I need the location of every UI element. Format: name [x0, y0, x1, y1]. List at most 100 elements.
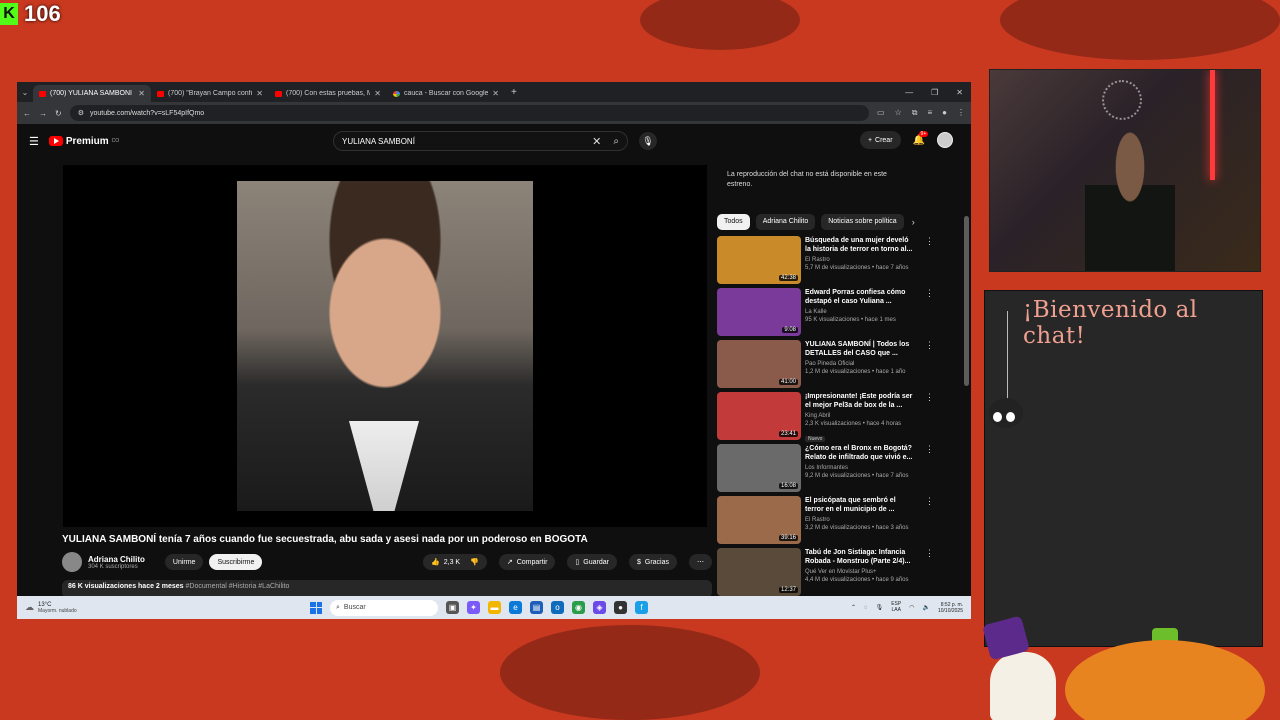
- related-video-channel[interactable]: King Abril: [805, 413, 915, 419]
- related-video-title[interactable]: El psicópata que sembró el terror en el …: [805, 496, 915, 514]
- tray-chevron-icon[interactable]: ⌃: [851, 604, 856, 611]
- related-video-title[interactable]: YULIANA SAMBONÍ | Todos los DETALLES del…: [805, 340, 915, 358]
- close-tab-icon[interactable]: ✕: [374, 89, 381, 98]
- channel-avatar[interactable]: [62, 552, 82, 572]
- related-video-channel[interactable]: El Rastro: [805, 257, 915, 263]
- volume-icon[interactable]: 🔈: [922, 604, 929, 611]
- cast-icon[interactable]: ▭: [877, 108, 885, 118]
- related-video-title[interactable]: Tabú de Jon Sistiaga: Infancia Robada - …: [805, 548, 915, 566]
- video-thumbnail[interactable]: 39:16: [717, 495, 801, 544]
- close-tab-icon[interactable]: ✕: [256, 89, 263, 98]
- new-tab-icon[interactable]: +: [511, 87, 517, 98]
- clock[interactable]: 8:52 p. m. 10/10/2025: [938, 602, 963, 614]
- media-icon[interactable]: ≡: [927, 108, 932, 118]
- menu-dots-icon[interactable]: ⋮: [957, 108, 965, 118]
- youtube-premium-logo[interactable]: Premium CO: [48, 136, 119, 147]
- more-options-icon[interactable]: ⋮: [925, 340, 934, 391]
- like-button[interactable]: 👍 2,3 K 👎: [423, 554, 487, 570]
- close-window-icon[interactable]: ✕: [956, 88, 963, 97]
- tab-brayan[interactable]: (700) "Brayan Campo confiesa ✕: [151, 85, 269, 102]
- related-video-channel[interactable]: Los Informantes: [805, 465, 915, 471]
- video-thumbnail[interactable]: 12:37: [717, 547, 801, 596]
- video-thumbnail[interactable]: 16:08: [717, 443, 801, 492]
- related-video-channel[interactable]: Qué Ver en Movistar Plus+: [805, 569, 915, 575]
- related-video-item[interactable]: 12:37 Tabú de Jon Sistiaga: Infancia Roba…: [717, 547, 963, 599]
- extensions-icon[interactable]: ⧉: [912, 108, 918, 118]
- site-info-icon[interactable]: ⚙: [78, 109, 84, 117]
- network-icon[interactable]: ◌: [864, 605, 868, 611]
- more-actions-button[interactable]: ⋯: [689, 554, 712, 570]
- channel-name[interactable]: Adriana Chilito: [88, 555, 145, 564]
- mic-icon[interactable]: 🎙: [876, 604, 884, 611]
- save-button[interactable]: ▯ Guardar: [567, 554, 617, 570]
- close-tab-icon[interactable]: ✕: [138, 89, 145, 98]
- related-video-title[interactable]: Búsqueda de una mujer develó la historia…: [805, 236, 915, 254]
- reload-icon[interactable]: ↻: [55, 109, 62, 118]
- video-thumbnail[interactable]: 23:41: [717, 391, 801, 440]
- more-options-icon[interactable]: ⋮: [925, 392, 934, 443]
- create-button[interactable]: + Crear: [859, 131, 901, 149]
- app-icon[interactable]: f: [635, 601, 648, 614]
- back-icon[interactable]: ←: [23, 109, 31, 118]
- voice-search-icon[interactable]: 🎙: [639, 132, 657, 150]
- more-options-icon[interactable]: ⋮: [925, 444, 934, 495]
- related-video-item[interactable]: 41:00 YULIANA SAMBONÍ | Todos los DETALLE…: [717, 339, 963, 391]
- related-video-channel[interactable]: El Rastro: [805, 517, 915, 523]
- scrollbar[interactable]: [964, 208, 969, 608]
- bookmark-star-icon[interactable]: ☆: [895, 108, 902, 118]
- thanks-button[interactable]: $ Gracias: [628, 554, 677, 570]
- store-icon[interactable]: ▤: [530, 601, 543, 614]
- video-thumbnail[interactable]: 9:08: [717, 287, 801, 336]
- related-video-item[interactable]: 42:38 Búsqueda de una mujer develó la his…: [717, 235, 963, 287]
- related-video-item[interactable]: 9:08 Edward Porras confiesa cómo destapó …: [717, 287, 963, 339]
- more-options-icon[interactable]: ⋮: [925, 236, 934, 287]
- task-view-icon[interactable]: ▣: [446, 601, 459, 614]
- share-button[interactable]: ↗ Compartir: [498, 554, 556, 570]
- related-video-title[interactable]: Edward Porras confiesa cómo destapó el c…: [805, 288, 915, 306]
- edge-icon[interactable]: e: [509, 601, 522, 614]
- tab-google[interactable]: cauca - Buscar con Google ✕: [387, 85, 505, 102]
- minimize-icon[interactable]: —: [905, 88, 913, 97]
- related-video-channel[interactable]: La Kalle: [805, 309, 915, 315]
- subscribe-button[interactable]: Suscribirme: [209, 554, 263, 570]
- related-video-item[interactable]: 23:41 ¡Impresionante! ¡Este podría ser el…: [717, 391, 963, 443]
- more-options-icon[interactable]: ⋮: [925, 548, 934, 599]
- tab-pruebas[interactable]: (700) Con estas pruebas, Medic ✕: [269, 85, 387, 102]
- related-video-item[interactable]: 16:08 ¿Cómo era el Bronx en Bogotá? Relat…: [717, 443, 963, 495]
- chevron-right-icon[interactable]: ›: [912, 217, 915, 227]
- related-video-item[interactable]: 39:16 El psicópata que sembró el terror e…: [717, 495, 963, 547]
- more-options-icon[interactable]: ⋮: [925, 288, 934, 339]
- hashtags[interactable]: #Documental #Historia #LaChilito: [186, 583, 290, 590]
- file-explorer-icon[interactable]: ▬: [488, 601, 501, 614]
- tab-yuliana[interactable]: (700) YULIANA SAMBONÍ t ✕: [33, 85, 151, 102]
- more-options-icon[interactable]: ⋮: [925, 496, 934, 547]
- thumbs-down-icon[interactable]: 👎: [470, 558, 479, 566]
- maximize-icon[interactable]: ❐: [931, 88, 938, 97]
- copilot-icon[interactable]: ✦: [467, 601, 480, 614]
- search-icon[interactable]: ⌕: [613, 136, 619, 147]
- related-video-title[interactable]: ¿Cómo era el Bronx en Bogotá? Relato de …: [805, 444, 915, 462]
- video-thumbnail[interactable]: 41:00: [717, 339, 801, 388]
- forward-icon[interactable]: →: [39, 109, 47, 118]
- related-video-title[interactable]: ¡Impresionante! ¡Este podría ser el mejo…: [805, 392, 915, 410]
- tab-list-icon[interactable]: ⌄: [17, 88, 33, 97]
- obs-icon[interactable]: ●: [614, 601, 627, 614]
- related-video-channel[interactable]: Pao Pineda Oficial: [805, 361, 915, 367]
- search-input[interactable]: YULIANA SAMBONÍ ✕ ⌕: [333, 131, 628, 151]
- language-indicator[interactable]: ESP LAA: [891, 601, 901, 613]
- join-button[interactable]: Unirme: [164, 554, 204, 570]
- account-avatar[interactable]: [937, 132, 953, 148]
- taskbar-search[interactable]: ⌕ Buscar: [330, 599, 438, 616]
- chip-all[interactable]: Todos: [717, 213, 750, 230]
- wifi-icon[interactable]: ◠: [909, 604, 914, 611]
- profile-icon[interactable]: ●: [942, 108, 947, 118]
- url-field[interactable]: ⚙ youtube.com/watch?v=sLF54pIfQmo: [69, 105, 870, 121]
- clear-search-icon[interactable]: ✕: [592, 135, 601, 148]
- messenger-icon[interactable]: ◈: [593, 601, 606, 614]
- video-player[interactable]: [63, 165, 707, 527]
- notifications-bell-icon[interactable]: 🔔 9+: [913, 130, 929, 146]
- windows-start-icon[interactable]: [310, 601, 322, 614]
- close-tab-icon[interactable]: ✕: [492, 89, 499, 98]
- chip-politics[interactable]: Noticias sobre política: [821, 213, 904, 230]
- chrome-icon[interactable]: ◉: [572, 601, 585, 614]
